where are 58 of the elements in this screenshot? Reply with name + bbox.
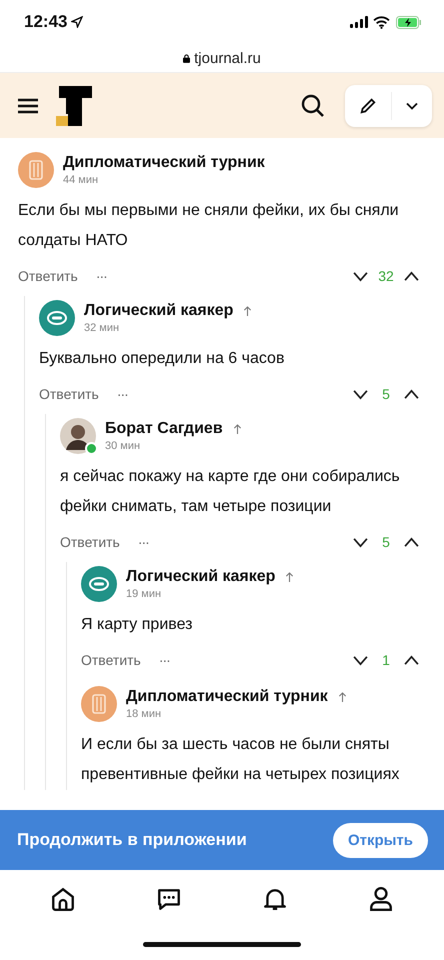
chevron-down-icon: [406, 102, 418, 110]
vote-count: 5: [381, 534, 391, 550]
comment-text: я сейчас покажу на карте где они собирались фейки снимать, там четыре позиции: [60, 467, 401, 517]
bell-icon[interactable]: [262, 886, 288, 912]
up-arrow-icon[interactable]: [232, 424, 242, 434]
menu-icon[interactable]: [18, 98, 38, 114]
banner-text: Продолжить в приложении: [17, 830, 247, 850]
battery-charging-icon: [396, 16, 422, 28]
author-name[interactable]: Логический каякер: [126, 568, 276, 586]
write-button[interactable]: [345, 84, 432, 126]
upvote-icon[interactable]: [403, 388, 420, 400]
reply-link[interactable]: Ответить: [60, 534, 120, 550]
logo-icon[interactable]: [56, 86, 92, 126]
status-time: 12:43: [24, 12, 68, 32]
reply-link[interactable]: Ответить: [18, 268, 78, 284]
up-arrow-icon[interactable]: [243, 306, 252, 316]
comment-text: И если бы за шесть часов не были сняты превентивные фейки на четырех позициях: [81, 735, 400, 785]
comment-text: Я карту привез: [81, 615, 194, 635]
open-button[interactable]: Открыть: [332, 822, 428, 858]
author-name[interactable]: Дипломатический турник: [126, 688, 328, 706]
home-icon[interactable]: [50, 886, 76, 912]
comment-text: Буквально опередили на 6 часов: [39, 349, 286, 369]
vote-count: 5: [381, 386, 391, 402]
wifi-icon: [373, 16, 390, 28]
location-arrow-icon: [71, 16, 84, 28]
up-arrow-icon[interactable]: [285, 572, 294, 582]
vote-count: 1: [381, 652, 391, 668]
downvote-icon[interactable]: [352, 654, 369, 666]
comment-time: 32 мин: [84, 322, 120, 334]
more-button[interactable]: ···: [96, 268, 107, 284]
more-button[interactable]: ···: [116, 386, 128, 402]
lock-icon: [183, 54, 190, 62]
comment-text: Если бы мы первыми не сняли фейки, их бы сняли солдаты НАТО: [18, 201, 400, 251]
chat-icon[interactable]: [156, 886, 182, 912]
upvote-icon[interactable]: [403, 654, 420, 666]
pencil-icon: [359, 96, 377, 114]
upvote-icon[interactable]: [403, 270, 420, 282]
comment-time: 30 мин: [105, 440, 142, 452]
url-domain[interactable]: tjournal.ru: [194, 50, 261, 66]
author-name[interactable]: Борат Сагдиев: [105, 420, 223, 438]
author-name[interactable]: Дипломатический турник: [63, 154, 265, 172]
downvote-icon[interactable]: [352, 388, 369, 400]
comment-time: 18 мин: [126, 708, 162, 720]
comment-time: 44 мин: [63, 174, 100, 186]
downvote-icon[interactable]: [352, 536, 369, 548]
author-name[interactable]: Логический каякер: [84, 302, 234, 320]
upvote-icon[interactable]: [403, 536, 420, 548]
profile-icon[interactable]: [368, 886, 394, 912]
comment-time: 19 мин: [126, 588, 162, 600]
downvote-icon[interactable]: [352, 270, 369, 282]
signal-icon: [350, 16, 368, 28]
more-button[interactable]: ···: [158, 652, 170, 668]
reply-link[interactable]: Ответить: [81, 652, 141, 668]
up-arrow-icon[interactable]: [338, 692, 347, 702]
search-icon[interactable]: [301, 94, 325, 118]
reply-link[interactable]: Ответить: [39, 386, 99, 402]
vote-count: 32: [377, 268, 395, 284]
more-button[interactable]: ···: [138, 534, 149, 550]
